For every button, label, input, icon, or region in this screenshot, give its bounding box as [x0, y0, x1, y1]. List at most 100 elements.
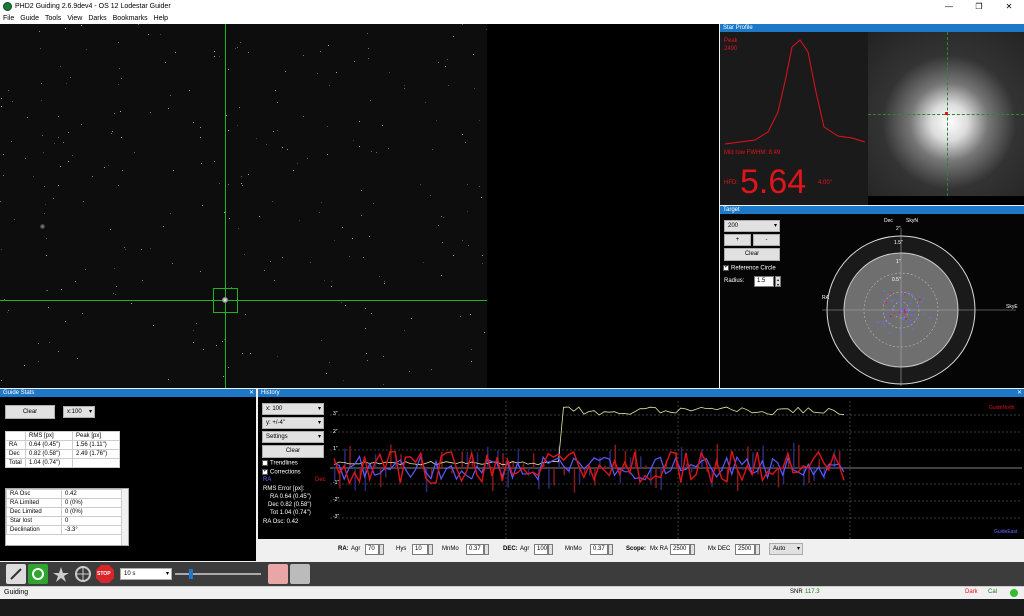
target-zoom-dropdown[interactable]: 200: [724, 220, 780, 232]
y-label-neg1: -1": [333, 480, 340, 486]
background-star: [320, 51, 321, 52]
menu-guide[interactable]: Guide: [20, 13, 39, 24]
target-point: [891, 307, 894, 309]
background-star: [170, 213, 171, 214]
target-point: [917, 305, 920, 308]
background-star: [366, 353, 367, 354]
background-star: [328, 45, 329, 46]
close-button[interactable]: ✕: [994, 0, 1024, 13]
hys-spinner[interactable]: [428, 544, 433, 555]
history-clear-button[interactable]: Clear: [262, 445, 324, 458]
background-star: [473, 54, 474, 55]
guide-target-icon[interactable]: [73, 564, 93, 584]
trendlines-checkbox[interactable]: [262, 460, 268, 466]
background-star: [81, 124, 82, 125]
correction-bar: [548, 468, 550, 489]
background-star: [70, 77, 71, 78]
target-clear-button[interactable]: Clear: [724, 248, 780, 261]
table-cell: 0.82 (0.58"): [25, 449, 73, 459]
correction-bar: [476, 452, 479, 468]
maximize-button[interactable]: ❐: [964, 0, 994, 13]
dec-mnmo-input[interactable]: 0.37: [590, 544, 608, 555]
use-last-frame-pencil-icon[interactable]: [6, 564, 26, 584]
guide-info-list[interactable]: RA Osc 0.42 RA Limited 0 (0%) Dec Limited 0…: [5, 488, 129, 546]
dec-agr-input[interactable]: 100: [534, 544, 548, 555]
target-point: [910, 293, 913, 295]
background-star: [241, 176, 242, 177]
menu-bookmarks[interactable]: Bookmarks: [113, 13, 148, 24]
background-star: [359, 146, 360, 147]
minimize-button[interactable]: —: [934, 0, 964, 13]
background-star: [329, 362, 330, 363]
dec-agr-spinner[interactable]: [548, 544, 553, 555]
guide-stats-close-icon[interactable]: ✕: [249, 389, 254, 396]
guide-stats-scale-dropdown[interactable]: x:100: [63, 406, 95, 418]
table-cell: [72, 458, 120, 468]
reference-circle-checkbox[interactable]: [723, 263, 729, 271]
info-value: 0 (0%): [61, 498, 122, 508]
menu-file[interactable]: File: [3, 13, 14, 24]
history-close-icon[interactable]: ✕: [1017, 389, 1022, 396]
mxdec-spinner[interactable]: [755, 544, 760, 555]
history-settings-dropdown[interactable]: Settings: [262, 431, 324, 443]
mnmo-spinner[interactable]: [484, 544, 489, 555]
background-star: [193, 122, 194, 123]
target-zoom-in-button[interactable]: +: [724, 234, 751, 246]
corrections-option[interactable]: Corrections: [262, 467, 301, 476]
target-point: [918, 296, 921, 298]
trendlines-option[interactable]: Trendlines: [262, 460, 298, 467]
background-star: [60, 166, 61, 167]
background-star: [479, 120, 480, 121]
background-star: [345, 305, 346, 306]
camera-view[interactable]: [0, 24, 487, 388]
background-star: [238, 228, 239, 229]
menu-help[interactable]: Help: [154, 13, 168, 24]
background-star: [327, 154, 328, 155]
target-zoom-out-button[interactable]: -: [753, 234, 780, 246]
list-item: Dec Limited 0 (0%): [6, 507, 122, 517]
target-point: [890, 293, 893, 296]
loop-exposure-icon[interactable]: [28, 564, 48, 584]
hfd-value: 5.64: [740, 163, 807, 201]
background-star: [85, 269, 86, 270]
ra-agr-spinner[interactable]: [379, 544, 384, 555]
mxra-input[interactable]: 2500: [670, 544, 690, 555]
guide-stats-table: RMS [px] Peak [px] RA 0.64 (0.45") 1.56 …: [5, 431, 120, 468]
target-point: [884, 314, 886, 316]
menu-view[interactable]: View: [67, 13, 82, 24]
background-star: [201, 163, 202, 164]
history-y-scale-dropdown[interactable]: y: +/-4": [262, 417, 324, 429]
ra-agr-input[interactable]: 70: [365, 544, 379, 555]
history-x-scale-dropdown[interactable]: x: 100: [262, 403, 324, 415]
menu-tools[interactable]: Tools: [45, 13, 61, 24]
radius-input[interactable]: 1.5: [754, 276, 774, 287]
mode-dropdown[interactable]: Auto: [769, 543, 803, 555]
guide-stats-clear-button[interactable]: Clear: [5, 405, 55, 419]
background-star: [411, 318, 412, 319]
reference-circle-option[interactable]: Reference Circle: [723, 263, 776, 272]
mxdec-input[interactable]: 2500: [735, 544, 755, 555]
background-star: [431, 369, 432, 370]
mnmo-input[interactable]: 0.37: [466, 544, 484, 555]
dec-mnmo-label: MnMo: [565, 546, 582, 552]
radius-spinner[interactable]: ▴ ▾: [775, 276, 781, 287]
gamma-slider-thumb[interactable]: [189, 569, 193, 579]
background-star: [445, 66, 446, 67]
star-profile-header: Star Profile: [720, 24, 1024, 32]
background-star: [200, 271, 201, 272]
stop-icon[interactable]: STOP: [95, 564, 115, 584]
menu-darks[interactable]: Darks: [88, 13, 106, 24]
profile-graph: Peak 2490 Mid row FWHM: 8.49 HFD: 5.64 4…: [720, 32, 868, 205]
dec-mnmo-spinner[interactable]: [608, 544, 613, 555]
background-star: [1, 380, 2, 381]
mxra-spinner[interactable]: [690, 544, 695, 555]
auto-select-star-icon[interactable]: [51, 564, 71, 584]
target-point: [915, 318, 917, 320]
brain-settings-icon[interactable]: [268, 564, 288, 584]
camera-settings-icon[interactable]: [290, 564, 310, 584]
gamma-slider[interactable]: [175, 573, 261, 575]
hys-input[interactable]: 10: [412, 544, 428, 555]
exposure-dropdown[interactable]: 10 s: [120, 568, 172, 580]
corrections-checkbox[interactable]: [262, 467, 268, 475]
info-scrollbar[interactable]: [121, 489, 128, 545]
